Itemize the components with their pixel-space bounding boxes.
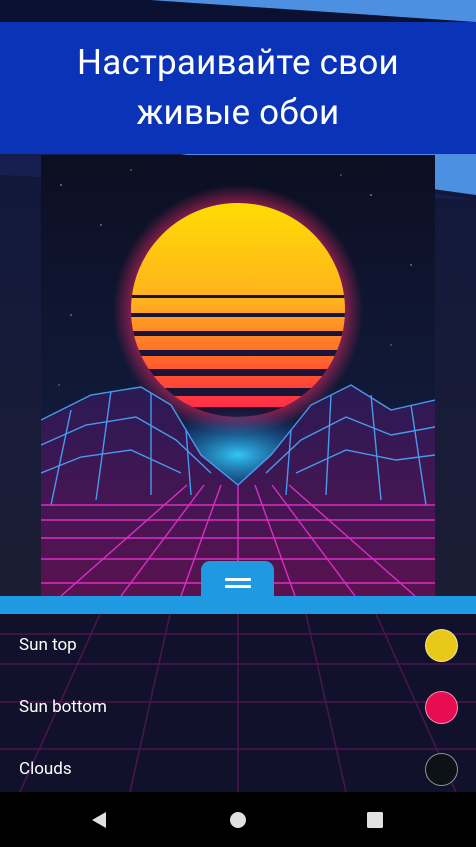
recents-icon bbox=[367, 811, 383, 828]
system-nav-bar bbox=[0, 792, 476, 847]
recents-button[interactable] bbox=[345, 792, 405, 847]
color-swatch-sun-top[interactable] bbox=[425, 628, 458, 662]
color-swatch-sun-bottom[interactable] bbox=[425, 690, 458, 724]
drag-handle-icon bbox=[224, 578, 251, 588]
panel-drag-handle[interactable] bbox=[201, 561, 274, 605]
setting-row-sun-bottom[interactable]: Sun bottom bbox=[0, 676, 476, 738]
wallpaper-preview[interactable] bbox=[41, 155, 435, 596]
back-button[interactable] bbox=[69, 792, 129, 847]
setting-label: Sun bottom bbox=[19, 697, 107, 717]
home-icon bbox=[230, 811, 246, 828]
settings-panel: Sun top Sun bottom Clouds bbox=[0, 614, 476, 792]
setting-label: Sun top bbox=[19, 635, 77, 655]
setting-row-sun-top[interactable]: Sun top bbox=[0, 614, 476, 676]
setting-label: Clouds bbox=[19, 759, 72, 779]
synthwave-preview-image bbox=[41, 155, 435, 596]
back-icon bbox=[92, 811, 106, 828]
promo-banner: Настраивайте свои живые обои bbox=[0, 22, 476, 154]
home-button[interactable] bbox=[208, 792, 268, 847]
color-swatch-clouds[interactable] bbox=[425, 752, 458, 786]
banner-title: Настраивайте свои живые обои bbox=[77, 42, 399, 133]
setting-row-clouds[interactable]: Clouds bbox=[0, 738, 476, 792]
